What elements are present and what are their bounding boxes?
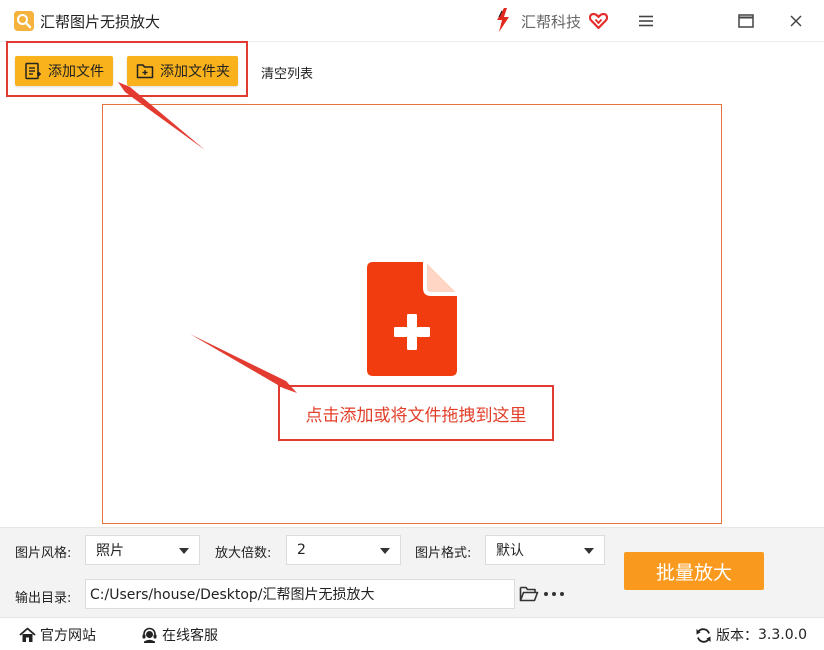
chevron-down-icon <box>380 548 390 554</box>
official-website-link[interactable]: 官方网站 <box>19 625 96 645</box>
dot-icon <box>544 592 548 596</box>
add-file-label: 添加文件 <box>48 64 104 80</box>
app-logo-icon <box>14 11 34 31</box>
add-file-button[interactable]: 添加文件 <box>15 56 113 86</box>
version-number: 3.3.0.0 <box>758 627 807 643</box>
chevron-down-icon <box>584 548 594 554</box>
dot-icon <box>560 592 564 596</box>
maximize-icon <box>738 14 754 28</box>
version-label: 版本： <box>716 628 758 644</box>
style-select-value: 照片 <box>96 543 124 559</box>
scale-select[interactable]: 2 <box>286 535 401 565</box>
official-website-label: 官方网站 <box>40 628 96 644</box>
maximize-button[interactable] <box>731 8 761 34</box>
title-bar: 汇帮图片无损放大 汇帮科技 <box>0 0 824 42</box>
format-select[interactable]: 默认 <box>485 535 605 565</box>
file-list-icon <box>25 62 41 80</box>
chevron-down-icon <box>179 548 189 554</box>
folder-open-icon <box>519 586 539 602</box>
clear-list-button[interactable]: 清空列表 <box>261 63 313 82</box>
more-options-button[interactable] <box>544 586 564 602</box>
drop-hint-text: 点击添加或将文件拖拽到这里 <box>305 405 527 426</box>
close-icon <box>790 15 802 27</box>
brand-logo-icon <box>493 7 513 33</box>
heart-vip-icon[interactable] <box>588 11 609 30</box>
home-icon <box>19 627 36 642</box>
scale-label: 放大倍数: <box>215 546 272 561</box>
scale-select-value: 2 <box>297 542 306 558</box>
style-select[interactable]: 照片 <box>85 535 200 565</box>
output-dir-value: C:/Users/house/Desktop/汇帮图片无损放大 <box>90 587 375 603</box>
style-label: 图片风格: <box>15 546 72 561</box>
brand-name: 汇帮科技 <box>521 13 582 31</box>
add-folder-label: 添加文件夹 <box>160 64 230 80</box>
menu-button[interactable] <box>631 8 661 34</box>
dot-icon <box>552 592 556 596</box>
online-support-label: 在线客服 <box>162 628 218 644</box>
add-folder-button[interactable]: 添加文件夹 <box>127 56 238 86</box>
format-label: 图片格式: <box>415 546 472 561</box>
customer-service-icon <box>142 627 157 643</box>
batch-upscale-button[interactable]: 批量放大 <box>624 552 764 590</box>
drop-hint-box[interactable]: 点击添加或将文件拖拽到这里 <box>278 385 554 441</box>
refresh-icon[interactable] <box>695 627 712 644</box>
folder-open-button[interactable] <box>519 585 539 603</box>
hamburger-icon <box>639 15 653 27</box>
format-select-value: 默认 <box>496 543 524 559</box>
app-title: 汇帮图片无损放大 <box>40 13 161 31</box>
version-info: 版本： 3.3.0.0 <box>695 625 807 645</box>
add-file-large-icon[interactable] <box>367 262 457 376</box>
output-dir-label: 输出目录: <box>15 591 72 606</box>
folder-plus-icon <box>136 64 154 79</box>
output-dir-field[interactable]: C:/Users/house/Desktop/汇帮图片无损放大 <box>85 579 515 609</box>
batch-upscale-label: 批量放大 <box>655 561 732 584</box>
online-support-link[interactable]: 在线客服 <box>141 625 218 645</box>
close-button[interactable] <box>781 8 811 34</box>
